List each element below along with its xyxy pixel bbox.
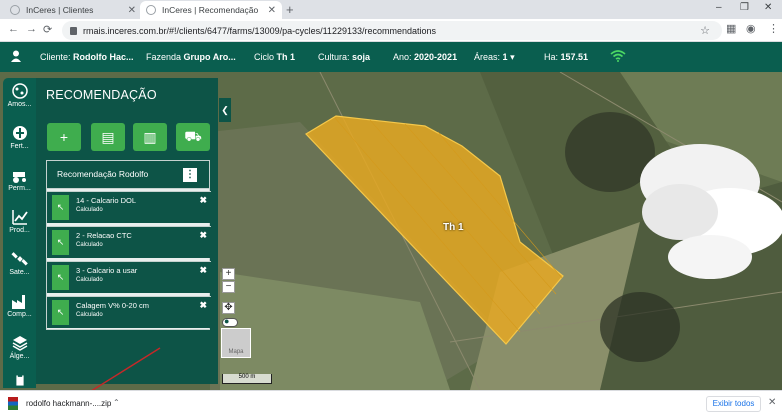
download-item[interactable]: rodolfo hackmann-....zip — [8, 397, 111, 410]
archive-file-icon — [8, 397, 18, 410]
annotation-arrow — [74, 347, 161, 401]
close-download-bar-icon[interactable]: ✕ — [768, 397, 776, 408]
show-all-downloads-button[interactable]: Exibir todos — [706, 396, 761, 412]
download-filename: rodolfo hackmann-....zip — [26, 399, 112, 408]
chevron-up-icon[interactable]: ⌃ — [113, 398, 120, 407]
download-bar: rodolfo hackmann-....zip ⌃ Exibir todos … — [0, 390, 782, 416]
